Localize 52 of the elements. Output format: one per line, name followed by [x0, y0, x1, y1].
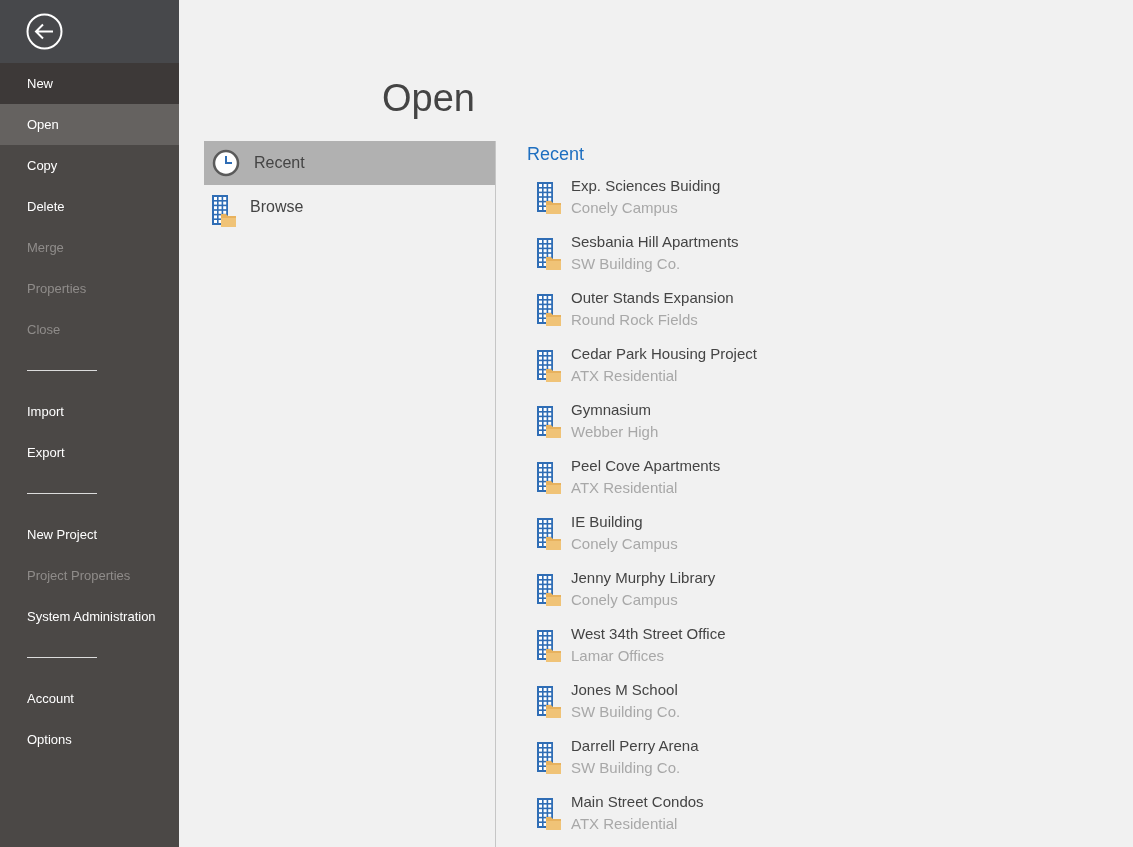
section-heading: Recent — [527, 144, 586, 166]
project-name[interactable]: Darrell Perry Arena — [571, 735, 699, 757]
project-location: SW Building Co. — [571, 758, 682, 778]
building-folder-icon — [537, 574, 561, 606]
project-name[interactable]: Jenny Murphy Library — [571, 567, 716, 589]
sidebar-item[interactable]: System Administration — [0, 596, 179, 637]
clock-icon — [212, 149, 240, 177]
sidebar-item[interactable]: Open — [0, 104, 179, 145]
sidebar-item[interactable]: Copy — [0, 145, 179, 186]
place-item[interactable]: Recent — [204, 141, 495, 185]
project-location: Conely Campus — [571, 534, 678, 554]
project-name[interactable]: Outer Stands Expansion — [571, 287, 734, 309]
project-location: ATX Residential — [571, 814, 679, 834]
building-folder-icon — [537, 406, 561, 438]
project-location: ATX Residential — [571, 478, 679, 498]
project-name[interactable]: Sesbania Hill Apartments — [571, 231, 739, 253]
sidebar-item[interactable]: New — [0, 63, 179, 104]
sidebar-item[interactable]: Account — [0, 678, 179, 719]
sidebar-item[interactable]: Export — [0, 432, 179, 473]
project-name[interactable]: Cedar Park Housing Project — [571, 343, 757, 365]
project-location: Conely Campus — [571, 198, 679, 218]
building-folder-icon — [537, 518, 561, 550]
building-folder-icon — [537, 182, 561, 214]
building-folder-icon — [537, 350, 561, 382]
project-name[interactable]: Main Street Condos — [571, 791, 704, 813]
project-location: Lamar Offices — [571, 646, 666, 666]
project-name[interactable]: IE Building — [571, 511, 678, 533]
project-location: Round Rock Fields — [571, 310, 699, 330]
building-folder-icon — [537, 686, 561, 718]
building-folder-icon — [537, 630, 561, 662]
project-location: SW Building Co. — [571, 254, 682, 274]
project-location: Webber High — [571, 422, 659, 442]
sidebar-item[interactable]: New Project — [0, 514, 179, 555]
building-folder-icon — [537, 294, 561, 326]
project-location: ATX Residential — [571, 366, 679, 386]
building-folder-icon — [537, 462, 561, 494]
project-name[interactable]: Gymnasium — [571, 399, 659, 421]
sidebar-item[interactable]: Import — [0, 391, 179, 432]
place-item[interactable]: Browse — [204, 185, 495, 229]
building-folder-icon — [537, 798, 561, 830]
project-location: Conely Campus — [571, 590, 679, 610]
project-name[interactable]: Exp. Sciences Buiding — [571, 175, 721, 197]
sidebar-item[interactable]: Delete — [0, 186, 179, 227]
project-name[interactable]: Jones M School — [571, 679, 681, 701]
page-title: Open — [382, 76, 476, 121]
building-folder-icon — [537, 742, 561, 774]
building-folder-icon — [537, 238, 561, 270]
project-name[interactable]: Peel Cove Apartments — [571, 455, 721, 477]
sidebar-item[interactable]: Options — [0, 719, 179, 760]
project-name[interactable]: West 34th Street Office — [571, 623, 726, 645]
building-folder-icon — [212, 194, 236, 227]
project-location: SW Building Co. — [571, 702, 681, 722]
